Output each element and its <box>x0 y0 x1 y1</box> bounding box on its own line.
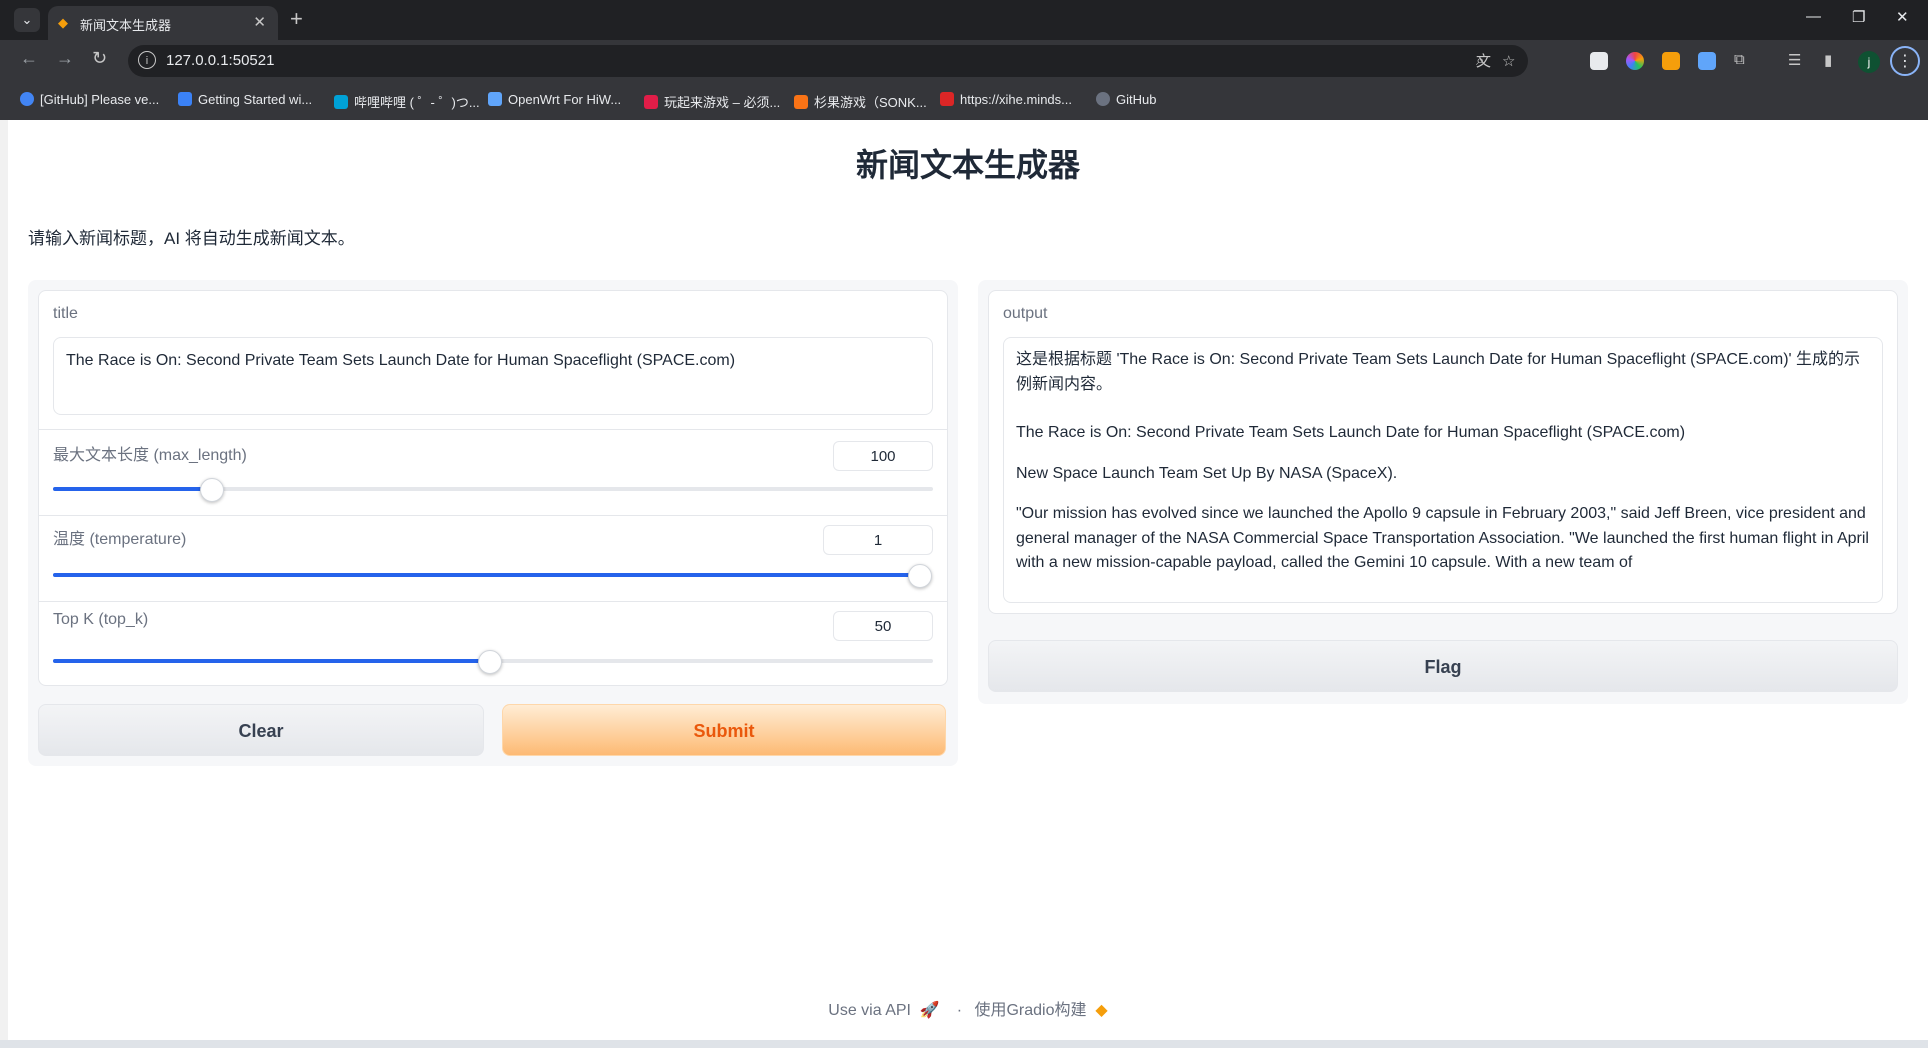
infinity-extension-icon[interactable] <box>1662 52 1680 70</box>
top-k-number-input[interactable]: 50 <box>833 611 933 641</box>
extension-icon[interactable] <box>1590 52 1608 70</box>
page-left-edge <box>0 120 8 1040</box>
google-icon <box>20 92 34 106</box>
output-paragraph: The Race is On: Second Private Team Sets… <box>1016 424 1686 441</box>
sonkwo-icon <box>794 95 808 109</box>
back-icon[interactable]: ← <box>20 48 38 69</box>
title-textbox[interactable]: The Race is On: Second Private Team Sets… <box>53 337 933 415</box>
bookmark-item[interactable]: OpenWrt For HiW... <box>488 92 621 107</box>
input-panel: title The Race is On: Second Private Tea… <box>28 280 958 766</box>
bookmark-label: Getting Started wi... <box>198 92 313 107</box>
minimize-icon[interactable]: — <box>1806 8 1821 25</box>
game-icon <box>644 95 658 109</box>
output-block: output 这是根据标题 'The Race is On: Second Pr… <box>988 290 1898 614</box>
output-paragraph: 这是根据标题 'The Race is On: Second Private T… <box>1016 351 1861 393</box>
temperature-slider[interactable] <box>53 564 932 588</box>
clear-button[interactable]: Clear <box>38 704 484 756</box>
bookmark-item[interactable]: 玩起来游戏 – 必须... <box>644 92 780 111</box>
tab-title: 新闻文本生成器 <box>80 18 172 33</box>
color-picker-extension-icon[interactable] <box>1626 52 1644 70</box>
close-window-icon[interactable]: ✕ <box>1896 8 1909 26</box>
max-length-slider[interactable] <box>53 478 933 502</box>
bookmark-item[interactable]: https://xihe.minds... <box>940 92 1072 107</box>
bookmark-label: OpenWrt For HiW... <box>508 92 622 107</box>
output-paragraph: "Our mission has evolved since we launch… <box>1016 505 1869 571</box>
bookmark-icon <box>178 92 192 106</box>
bookmark-item[interactable]: Getting Started wi... <box>178 92 312 107</box>
top-k-slider[interactable] <box>53 650 933 674</box>
bookmark-label: GitHub <box>1116 92 1157 107</box>
input-form: title The Race is On: Second Private Tea… <box>38 290 948 686</box>
max-length-slider-thumb[interactable] <box>200 478 225 502</box>
bookmark-label: [GitHub] Please ve... <box>40 92 160 107</box>
output-content: 这是根据标题 'The Race is On: Second Private T… <box>1016 348 1872 600</box>
address-bar[interactable]: i 127.0.0.1:50521 ⌕ ☆ <box>128 45 1528 77</box>
docs-extension-icon[interactable] <box>1698 52 1716 70</box>
footer: Use via API 🚀 · 使用Gradio构建 ◆ <box>8 996 1928 1020</box>
page-description: 请输入新闻标题，AI 将自动生成新闻文本。 <box>28 229 355 248</box>
max-length-slider-fill <box>53 487 212 491</box>
max-length-number-input[interactable]: 100 <box>833 441 933 471</box>
divider <box>39 601 947 602</box>
wifi-icon <box>488 92 502 106</box>
submit-button[interactable]: Submit <box>502 704 946 756</box>
rocket-icon: 🚀 <box>915 1002 945 1019</box>
gradio-app: 新闻文本生成器 请输入新闻标题，AI 将自动生成新闻文本。 title The … <box>8 120 1928 1040</box>
restore-icon[interactable]: ❐ <box>1852 8 1865 26</box>
use-via-api-link[interactable]: Use via API <box>828 1002 911 1019</box>
bookmark-item[interactable]: [GitHub] Please ve... <box>20 92 159 107</box>
top-k-slider-thumb[interactable] <box>477 650 502 674</box>
profile-avatar[interactable]: j <box>1858 51 1880 73</box>
divider <box>39 429 947 430</box>
flag-button[interactable]: Flag <box>988 640 1898 692</box>
browser-menu-icon[interactable]: ⋮ <box>1890 46 1920 76</box>
bookmarks-bar: [GitHub] Please ve... Getting Started wi… <box>0 82 1928 121</box>
side-panel-icon[interactable]: ▮ <box>1824 51 1832 69</box>
output-panel: output 这是根据标题 'The Race is On: Second Pr… <box>978 280 1908 704</box>
forward-icon[interactable]: → <box>56 48 74 69</box>
site-info-icon[interactable]: i <box>138 51 156 69</box>
gradio-logo-icon: ◆ <box>1090 1002 1108 1019</box>
close-tab-icon[interactable]: ✕ <box>253 13 266 31</box>
output-label: output <box>1003 305 1048 322</box>
translate-icon[interactable]: 文 <box>1476 50 1491 71</box>
output-paragraph: New Space Launch Team Set Up By NASA (Sp… <box>1016 464 1398 482</box>
top-k-label: Top K (top_k) <box>53 611 149 628</box>
github-icon <box>1096 92 1110 106</box>
os-taskbar <box>0 1040 1928 1048</box>
url-text: 127.0.0.1:50521 <box>166 52 275 69</box>
extensions-puzzle-icon[interactable]: ⧉ <box>1734 51 1745 68</box>
title-label: title <box>53 305 78 322</box>
temperature-number-input[interactable]: 1 <box>823 525 933 555</box>
gradio-favicon-icon: ◆ <box>58 15 68 30</box>
bookmark-item[interactable]: 杉果游戏（SONK... <box>794 92 927 111</box>
built-with-gradio-link[interactable]: 使用Gradio构建 <box>974 1002 1086 1019</box>
page-title: 新闻文本生成器 <box>855 147 1080 183</box>
browser-tab[interactable]: ◆ 新闻文本生成器 ✕ <box>48 6 278 40</box>
bookmark-label: 杉果游戏（SONK... <box>814 95 927 110</box>
top-k-slider-fill <box>53 659 489 663</box>
bookmark-label: 玩起来游戏 – 必须... <box>664 95 781 110</box>
reading-list-icon[interactable]: ☰ <box>1788 51 1801 69</box>
output-textbox[interactable]: 这是根据标题 'The Race is On: Second Private T… <box>1003 337 1883 603</box>
divider <box>39 515 947 516</box>
max-length-label: 最大文本长度 (max_length) <box>53 447 247 464</box>
temperature-slider-thumb[interactable] <box>908 564 932 588</box>
browser-toolbar: ← → ↻ i 127.0.0.1:50521 ⌕ ☆ 文 ⧉ ☰ ▮ j ⋮ <box>0 40 1928 82</box>
bookmark-item[interactable]: 哔哩哔哩 ( ゜- ゜)つ... <box>334 92 480 111</box>
temperature-slider-fill <box>53 573 919 577</box>
bookmark-label: 哔哩哔哩 ( ゜- ゜)つ... <box>354 95 480 110</box>
xihe-icon <box>940 92 954 106</box>
bookmark-star-icon[interactable]: ☆ <box>1502 52 1515 70</box>
new-tab-button[interactable]: + <box>290 6 303 32</box>
browser-tab-bar: ⌄ ◆ 新闻文本生成器 ✕ + — ❐ ✕ <box>0 0 1928 40</box>
bookmark-label: https://xihe.minds... <box>960 92 1072 107</box>
bilibili-icon <box>334 95 348 109</box>
reload-icon[interactable]: ↻ <box>92 48 107 69</box>
temperature-label: 温度 (temperature) <box>53 531 187 548</box>
footer-separator: · <box>956 1002 963 1019</box>
bookmark-item[interactable]: GitHub <box>1096 92 1156 107</box>
tab-search-button[interactable]: ⌄ <box>14 8 40 32</box>
